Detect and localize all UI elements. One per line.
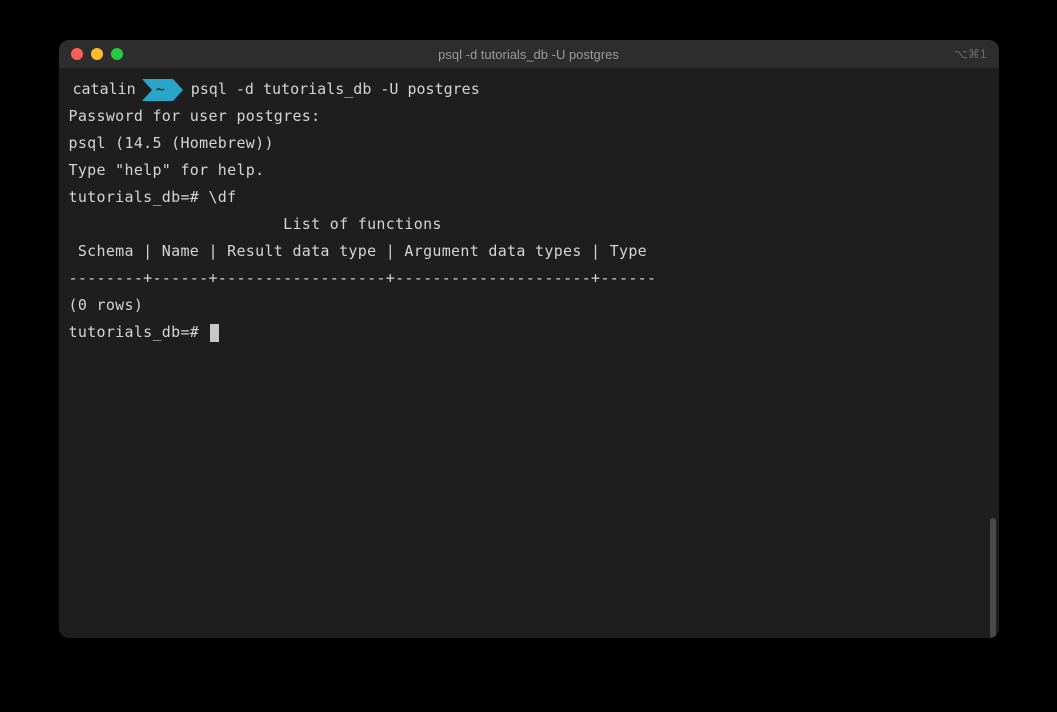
table-header: Schema | Name | Result data type | Argum…	[69, 238, 989, 265]
psql-prompt-line: tutorials_db=#	[69, 319, 989, 346]
terminal-body[interactable]: catalin ~ psql -d tutorials_db -U postgr…	[59, 68, 999, 638]
cursor-icon	[210, 324, 219, 342]
prompt-user: catalin	[69, 76, 142, 103]
terminal-window: psql -d tutorials_db -U postgres ⌥⌘1 cat…	[59, 40, 999, 638]
window-shortcut: ⌥⌘1	[954, 47, 987, 61]
psql-prompt: tutorials_db=#	[69, 323, 209, 341]
window-titlebar[interactable]: psql -d tutorials_db -U postgres ⌥⌘1	[59, 40, 999, 68]
window-title: psql -d tutorials_db -U postgres	[438, 47, 619, 62]
scrollbar[interactable]	[990, 518, 996, 638]
psql-command-line: tutorials_db=# \df	[69, 184, 989, 211]
output-heading: List of functions	[69, 211, 989, 238]
maximize-button[interactable]	[111, 48, 123, 60]
output-line: psql (14.5 (Homebrew))	[69, 130, 989, 157]
output-line: Password for user postgres:	[69, 103, 989, 130]
minimize-button[interactable]	[91, 48, 103, 60]
prompt-badge: ~	[142, 79, 173, 101]
output-line: Type "help" for help.	[69, 157, 989, 184]
shell-prompt-line: catalin ~ psql -d tutorials_db -U postgr…	[69, 76, 989, 103]
shell-command: psql -d tutorials_db -U postgres	[191, 76, 480, 103]
table-divider: --------+------+------------------+-----…	[69, 265, 989, 292]
close-button[interactable]	[71, 48, 83, 60]
row-count: (0 rows)	[69, 292, 989, 319]
traffic-lights	[71, 48, 123, 60]
